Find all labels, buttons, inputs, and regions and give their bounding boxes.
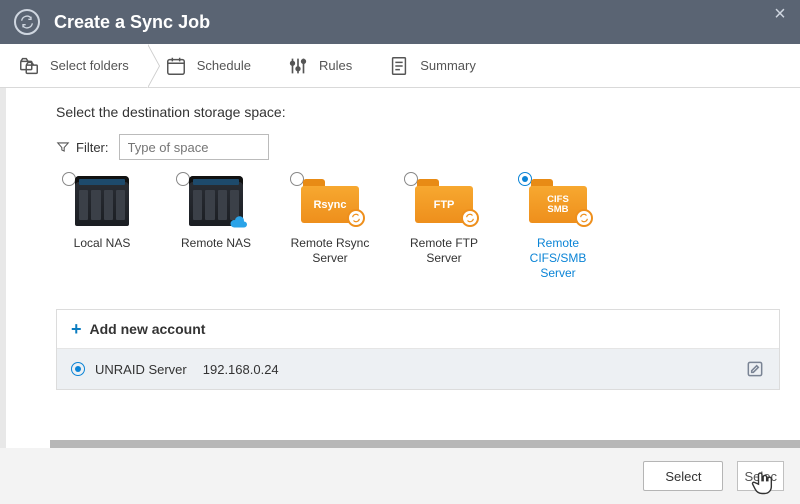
step-label: Schedule [197, 58, 251, 73]
select-button[interactable]: Select [643, 461, 723, 491]
step-rules[interactable]: Rules [269, 44, 370, 87]
sync-arrows-icon [461, 209, 479, 227]
footer: Select Selec [0, 448, 800, 504]
content-panel: Select the destination storage space: Fi… [6, 88, 800, 448]
filter-row: Filter: [56, 134, 800, 160]
step-schedule[interactable]: Schedule [147, 44, 269, 87]
filter-input[interactable] [119, 134, 269, 160]
destination-heading: Select the destination storage space: [56, 104, 800, 120]
account-name: UNRAID Server [95, 362, 187, 377]
accounts-panel: + Add new account UNRAID Server 192.168.… [56, 309, 780, 390]
filter-label-text: Filter: [76, 140, 109, 155]
option-remote-ftp[interactable]: FTP Remote FTP Server [398, 170, 490, 266]
folder-badge: Rsync [313, 199, 346, 211]
step-select-folders[interactable]: Select folders [0, 44, 147, 87]
radio-selected-icon [71, 362, 85, 376]
option-remote-rsync[interactable]: Rsync Remote Rsync Server [284, 170, 376, 266]
step-summary[interactable]: Summary [370, 44, 494, 87]
select-button-overflow[interactable]: Selec [737, 461, 784, 491]
filter-icon [56, 140, 70, 154]
calendar-icon [165, 55, 187, 77]
folder-badge: FTP [434, 199, 455, 211]
document-icon [388, 55, 410, 77]
window-title: Create a Sync Job [54, 12, 210, 33]
sliders-icon [287, 55, 309, 77]
add-account-label: Add new account [90, 321, 206, 337]
account-ip: 192.168.0.24 [203, 362, 279, 377]
option-remote-cifs-smb[interactable]: CIFS SMB Remote CIFS/SMB Server [512, 170, 604, 281]
folders-icon [18, 55, 40, 77]
close-button[interactable]: × [770, 4, 790, 24]
folder-icon: Rsync [301, 179, 359, 223]
nas-device-icon [189, 176, 243, 226]
sync-arrows-icon [347, 209, 365, 227]
option-label: Local NAS [56, 236, 148, 251]
edit-icon[interactable] [745, 359, 765, 379]
sync-logo-icon [14, 9, 40, 35]
cloud-icon [225, 214, 251, 232]
step-label: Select folders [50, 58, 129, 73]
option-label: Remote FTP Server [398, 236, 490, 266]
titlebar: Create a Sync Job × [0, 0, 800, 44]
destination-options: Local NAS Remote NAS Rsync [56, 170, 800, 281]
folder-badge: CIFS SMB [547, 195, 569, 215]
wizard-steps: Select folders Schedule Rules Summary [0, 44, 800, 88]
option-label: Remote Rsync Server [284, 236, 376, 266]
plus-icon: + [71, 320, 82, 338]
folder-icon: CIFS SMB [529, 179, 587, 223]
sync-arrows-icon [575, 209, 593, 227]
nas-device-icon [75, 176, 129, 226]
step-label: Summary [420, 58, 476, 73]
account-row[interactable]: UNRAID Server 192.168.0.24 [57, 349, 779, 389]
step-label: Rules [319, 58, 352, 73]
folder-icon: FTP [415, 179, 473, 223]
option-remote-nas[interactable]: Remote NAS [170, 170, 262, 251]
option-local-nas[interactable]: Local NAS [56, 170, 148, 251]
option-label: Remote CIFS/SMB Server [512, 236, 604, 281]
option-label: Remote NAS [170, 236, 262, 251]
add-account-button[interactable]: + Add new account [57, 310, 779, 349]
